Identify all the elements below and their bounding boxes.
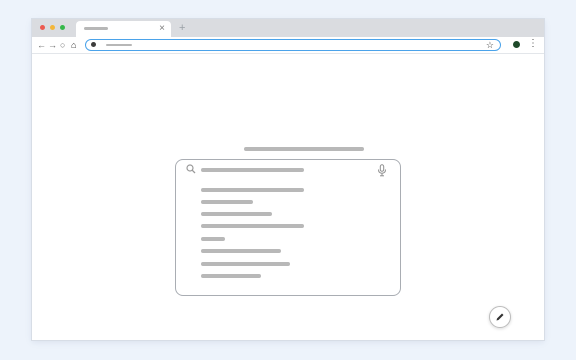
menu-icon[interactable]: ⋮ [528,37,538,51]
tab-bar: × + [32,19,544,37]
tab-close-icon[interactable]: × [159,22,165,36]
search-logo [244,147,364,151]
maximize-window-button[interactable] [60,25,65,30]
back-arrow-icon[interactable]: ← [37,38,46,52]
browser-window: × + ← → ○ ⌂ ☆ ⋮ [32,19,544,340]
suggestion-item[interactable] [201,249,281,253]
edit-button[interactable] [489,306,511,328]
suggestion-item[interactable] [201,188,304,192]
minimize-window-button[interactable] [50,25,55,30]
close-window-button[interactable] [40,25,45,30]
suggestion-item[interactable] [201,200,253,204]
new-tab-button[interactable]: + [179,21,185,35]
home-icon[interactable]: ⌂ [71,38,76,52]
suggestion-item[interactable] [201,237,225,241]
toolbar: ← → ○ ⌂ ☆ ⋮ [32,37,544,54]
microphone-icon[interactable] [377,164,387,177]
search-input[interactable] [201,168,304,172]
suggestion-item[interactable] [201,262,290,266]
suggestion-item[interactable] [201,224,304,228]
reload-icon[interactable]: ○ [60,38,65,52]
suggestion-item[interactable] [201,212,272,216]
url-text [106,44,132,46]
suggestion-item[interactable] [201,274,261,278]
tab-title [84,27,108,30]
bookmark-star-icon[interactable]: ☆ [486,38,494,52]
search-dropdown[interactable] [175,159,401,296]
pencil-icon [496,313,504,321]
forward-arrow-icon[interactable]: → [48,38,57,52]
lock-icon [91,42,96,47]
search-icon [186,164,196,174]
active-tab[interactable]: × [76,21,171,37]
address-bar[interactable]: ☆ [85,39,501,51]
avatar[interactable] [513,41,520,48]
